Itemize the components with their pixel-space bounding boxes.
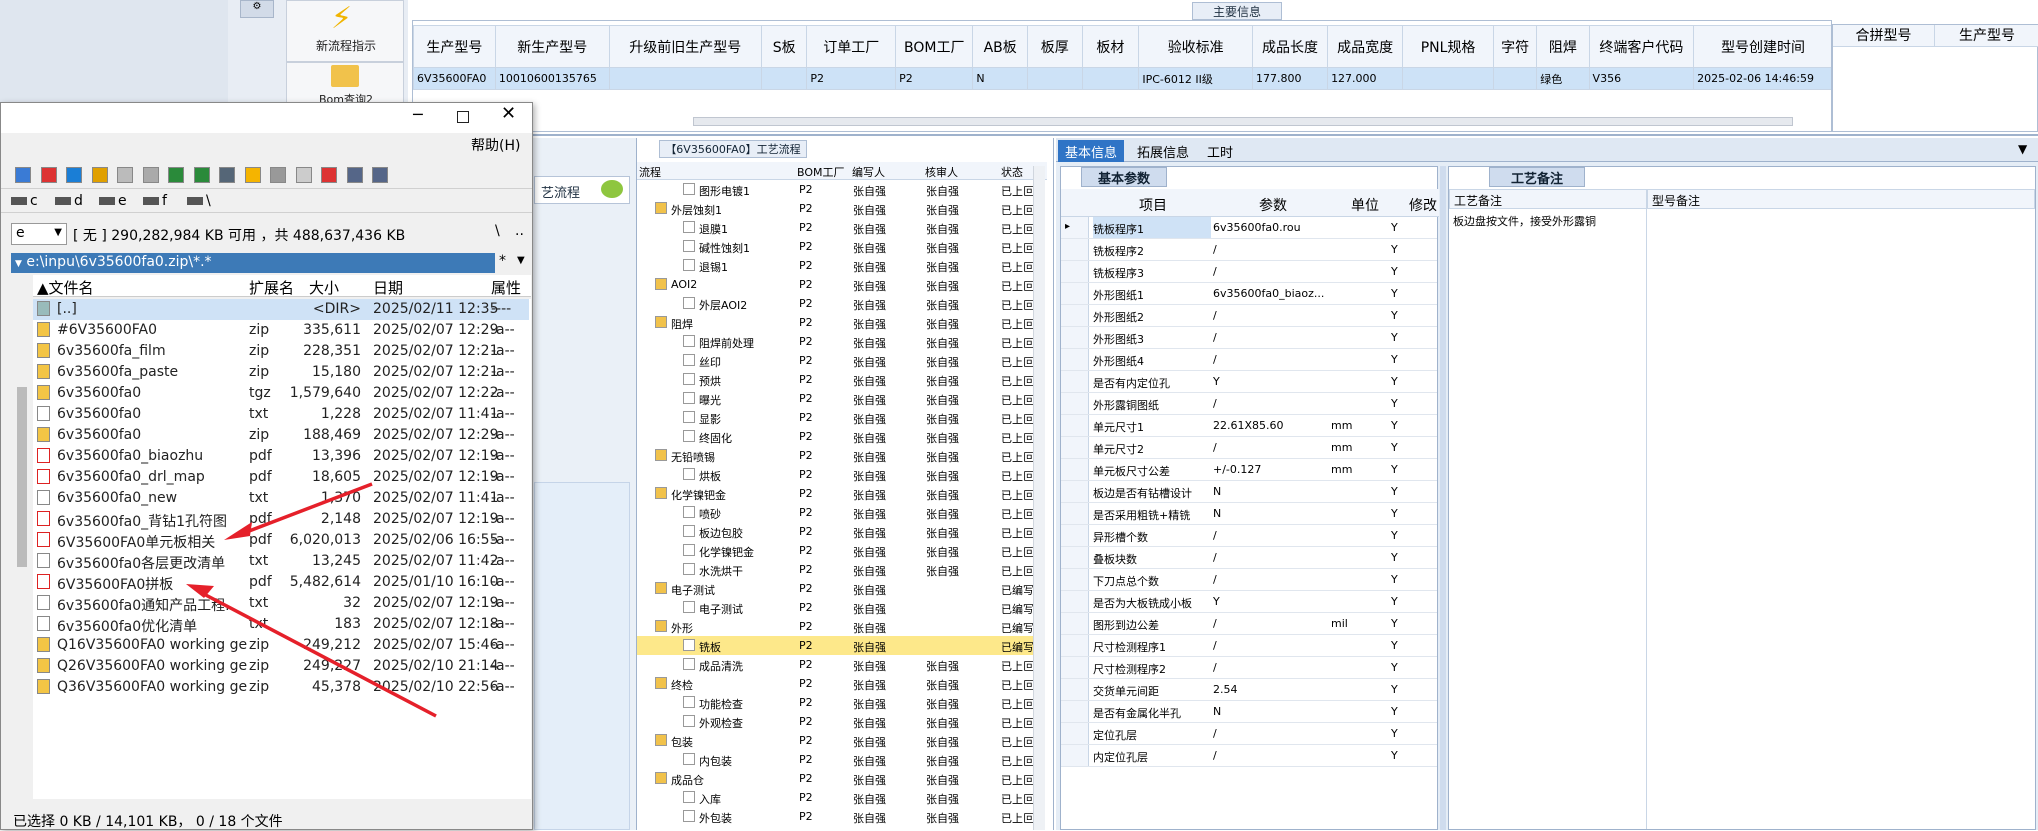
arrow-line-2: [199, 590, 437, 718]
arrow-head-1: [224, 522, 252, 540]
annotation-arrows: [186, 482, 437, 718]
arrow-line-1: [235, 482, 373, 538]
